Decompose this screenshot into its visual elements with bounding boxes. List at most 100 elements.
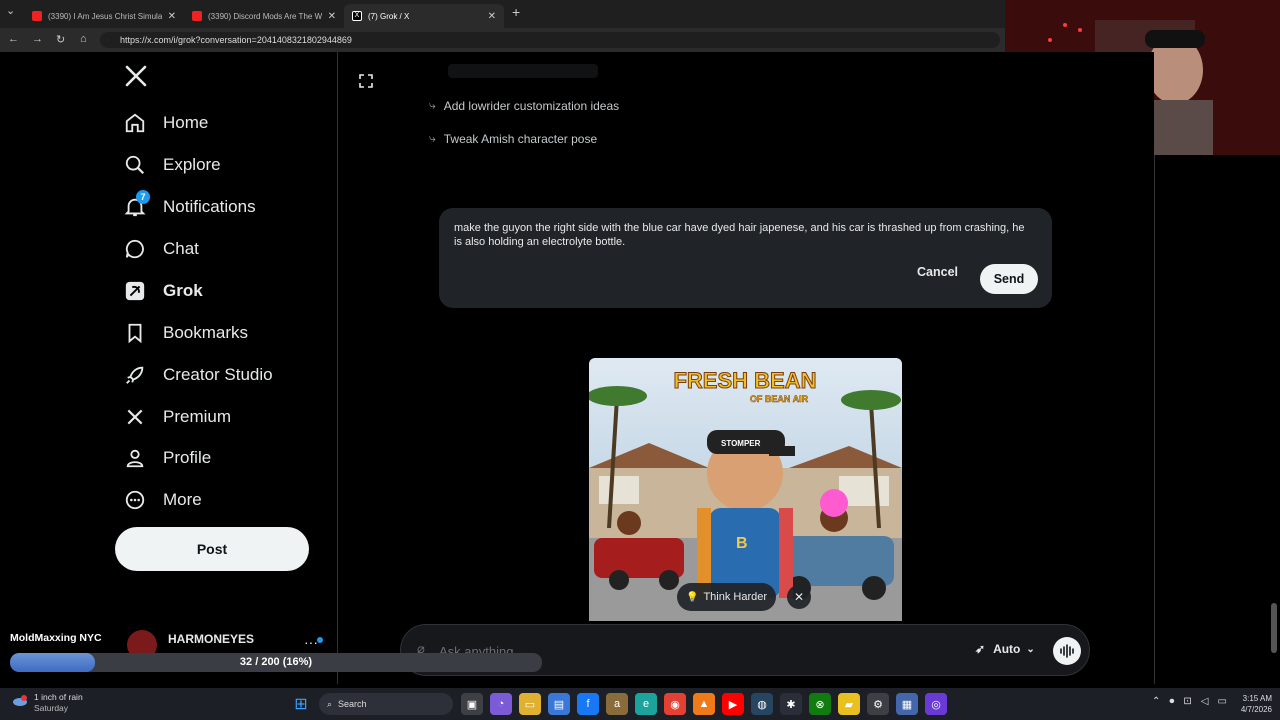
expand-icon[interactable]: [359, 74, 373, 93]
sticky-notes-icon[interactable]: ▰: [838, 693, 860, 715]
post-button[interactable]: Post: [115, 527, 309, 571]
url-field[interactable]: https://x.com/i/grok?conversation=204140…: [100, 32, 1000, 48]
more-dots-icon[interactable]: ···: [304, 634, 318, 650]
store-icon[interactable]: ▤: [548, 693, 570, 715]
edge-icon[interactable]: e: [635, 693, 657, 715]
amazon-icon[interactable]: a: [606, 693, 628, 715]
home-browser-icon[interactable]: ⌂: [80, 33, 87, 45]
obs-icon[interactable]: ◎: [925, 693, 947, 715]
app-window-icon[interactable]: ▦: [896, 693, 918, 715]
search-icon: ⌕: [327, 698, 333, 709]
nav-label: More: [163, 490, 202, 509]
taskbar: 1 inch of rain Saturday ⊞ ⌕ Search ▣ ◔ ▭…: [0, 688, 1280, 720]
goal-progress-bar: 32 / 200 (16%): [10, 653, 542, 672]
tab-title: (3390) Discord Mods Are The Wo: [208, 11, 322, 21]
suggestion-item[interactable]: ⤷ Add lowrider customization ideas: [429, 98, 619, 113]
nav-grok[interactable]: Grok: [124, 276, 203, 306]
chevron-down-icon: ⌄: [1026, 643, 1035, 655]
nav-label: Premium: [163, 407, 232, 426]
send-button[interactable]: Send: [980, 264, 1038, 294]
nav-more[interactable]: More: [124, 485, 202, 515]
generated-image[interactable]: STOMPER B FRESH BEAN OF BEAN AIR: [589, 358, 902, 621]
volume-icon[interactable]: ◁: [1201, 696, 1209, 707]
voice-mode-button[interactable]: [1053, 637, 1081, 665]
mic-icon[interactable]: ⏺: [1169, 696, 1174, 707]
suggestion-item[interactable]: ⤷ Tweak Amish character pose: [429, 131, 597, 146]
home-icon: [124, 112, 146, 134]
facebook-icon[interactable]: f: [577, 693, 599, 715]
x-logo-icon: [124, 406, 146, 428]
nav-home[interactable]: Home: [124, 108, 208, 138]
task-view-icon[interactable]: ▣: [461, 693, 483, 715]
close-tab-icon[interactable]: ✕: [328, 11, 336, 22]
weather-title: 1 inch of rain: [34, 692, 83, 702]
nav-creator-studio[interactable]: Creator Studio: [124, 360, 273, 390]
youtube-icon[interactable]: ▶: [722, 693, 744, 715]
search-icon: [124, 154, 146, 176]
forward-arrow-icon[interactable]: →: [32, 33, 43, 45]
user-name: HARMONEYES: [168, 632, 255, 646]
unread-dot: [317, 637, 323, 643]
cancel-button[interactable]: Cancel: [917, 265, 958, 279]
clock-date: 4/7/2026: [1240, 705, 1272, 714]
image-title: FRESH BEAN: [673, 368, 816, 393]
close-tab-icon[interactable]: ✕: [488, 11, 496, 22]
shirt-letter: B: [736, 535, 748, 552]
clock-time: 3:15 AM: [1242, 694, 1272, 703]
steam-icon[interactable]: ◍: [751, 693, 773, 715]
settings-icon[interactable]: ⚙: [867, 693, 889, 715]
edit-message-box[interactable]: make the guyon the right side with the b…: [439, 208, 1052, 308]
lightbulb-icon: 💡: [685, 591, 699, 603]
browser-tab-active[interactable]: X (7) Grok / X ✕: [344, 4, 504, 28]
chrome-icon[interactable]: ◉: [664, 693, 686, 715]
grok-main-panel: ⤷ Add lowrider customization ideas ⤷ Twe…: [338, 52, 1272, 684]
clock[interactable]: 3:15 AM 4/7/2026: [1222, 693, 1272, 715]
think-harder-button[interactable]: 💡 Think Harder: [677, 583, 776, 611]
weather-subtitle: Saturday: [34, 703, 69, 713]
mode-selector[interactable]: ➶ Auto ⌄: [975, 642, 1035, 656]
nav-profile[interactable]: Profile: [124, 443, 211, 473]
close-tab-icon[interactable]: ✕: [168, 11, 176, 22]
nav-label: Notifications: [163, 197, 256, 216]
taskbar-search[interactable]: ⌕ Search: [319, 693, 453, 715]
browser-tab[interactable]: (3390) I Am Jesus Christ Simulator ✕: [24, 4, 184, 28]
back-arrow-icon[interactable]: ←: [8, 33, 19, 45]
nav-label: Creator Studio: [163, 365, 273, 384]
grok-icon: [124, 280, 146, 302]
nav-premium[interactable]: Premium: [124, 402, 231, 432]
left-sidebar: Home Explore 7 Notifications Chat Grok B…: [0, 52, 338, 684]
browser-tab[interactable]: (3390) Discord Mods Are The Wo ✕: [184, 4, 344, 28]
account-name: MoldMaxxing NYC: [10, 632, 102, 644]
copilot-icon[interactable]: ◔: [490, 693, 512, 715]
right-column: [1154, 155, 1280, 684]
chevron-up-icon[interactable]: ⌃: [1152, 696, 1160, 707]
browser-tab-bar: ⌄ (3390) I Am Jesus Christ Simulator ✕ (…: [0, 0, 1005, 28]
nav-chat[interactable]: Chat: [124, 234, 199, 264]
rocket-icon: ➶: [975, 642, 986, 656]
youtube-icon: [32, 11, 42, 21]
tab-list-chevron-icon[interactable]: ⌄: [6, 4, 15, 17]
vlc-icon[interactable]: ▲: [693, 693, 715, 715]
new-tab-plus-icon[interactable]: +: [512, 4, 520, 20]
x-logo-icon[interactable]: [124, 64, 148, 93]
more-circle-icon: [124, 489, 146, 511]
edit-message-text[interactable]: make the guyon the right side with the b…: [454, 221, 1029, 249]
nav-explore[interactable]: Explore: [124, 150, 221, 180]
nav-bookmarks[interactable]: Bookmarks: [124, 318, 248, 348]
reload-icon[interactable]: ↻: [56, 33, 65, 46]
faded-text: [448, 64, 598, 78]
nav-notifications[interactable]: 7 Notifications: [124, 190, 256, 222]
scrollbar[interactable]: [1271, 603, 1277, 653]
notification-badge: 7: [136, 190, 150, 204]
gear-app-icon[interactable]: ✱: [780, 693, 802, 715]
image-subtitle: OF BEAN AIR: [750, 394, 809, 404]
nav-label: Chat: [163, 239, 199, 258]
nav-label: Bookmarks: [163, 323, 249, 342]
file-explorer-icon[interactable]: ▭: [519, 693, 541, 715]
close-icon[interactable]: ✕: [787, 585, 811, 609]
windows-start-icon[interactable]: ⊞: [290, 693, 312, 715]
xbox-icon[interactable]: ⊗: [809, 693, 831, 715]
nav-label: Profile: [163, 448, 212, 467]
suggestion-label: Tweak Amish character pose: [443, 131, 598, 146]
network-icon[interactable]: ⊡: [1183, 696, 1191, 707]
